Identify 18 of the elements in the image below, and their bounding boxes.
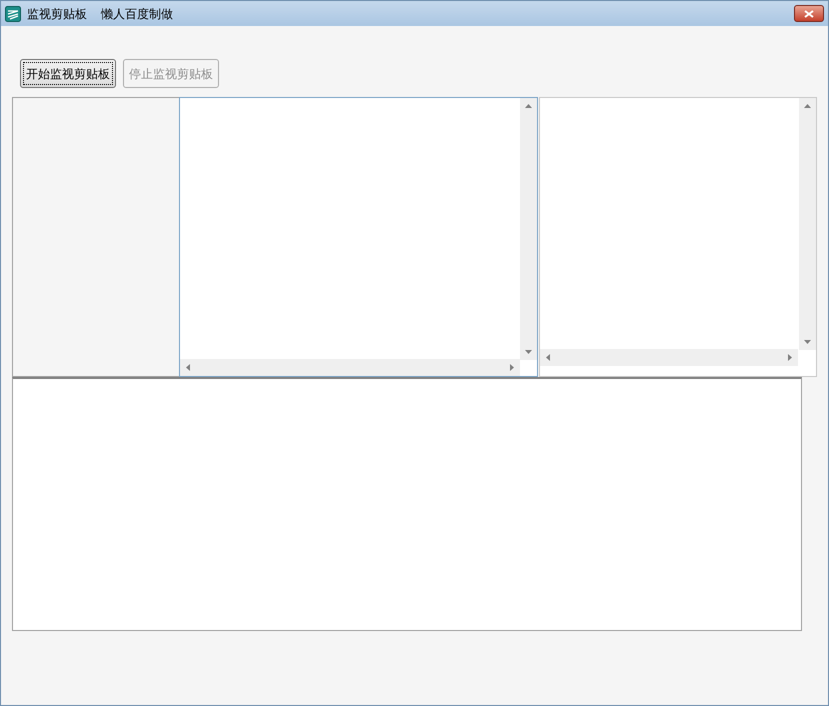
app-icon	[5, 6, 21, 22]
right-arrow-icon[interactable]	[510, 364, 514, 371]
vertical-scrollbar[interactable]	[520, 98, 538, 360]
down-arrow-icon[interactable]	[804, 340, 811, 344]
close-icon[interactable]	[804, 10, 814, 18]
close-button[interactable]	[794, 5, 824, 22]
horizontal-scrollbar[interactable]	[180, 359, 520, 376]
down-arrow-icon[interactable]	[525, 350, 532, 354]
left-arrow-icon[interactable]	[186, 364, 190, 371]
up-arrow-icon[interactable]	[804, 104, 811, 108]
window-subtitle: 懒人百度制做	[101, 6, 173, 22]
left-arrow-icon[interactable]	[546, 354, 550, 361]
up-arrow-icon[interactable]	[525, 104, 532, 108]
start-button[interactable]: 开始监视剪贴板	[20, 59, 116, 88]
horizontal-scrollbar[interactable]	[540, 349, 798, 366]
vertical-scrollbar[interactable]	[799, 98, 816, 350]
right-arrow-icon[interactable]	[788, 354, 792, 361]
window-title: 监视剪贴板	[27, 6, 87, 22]
